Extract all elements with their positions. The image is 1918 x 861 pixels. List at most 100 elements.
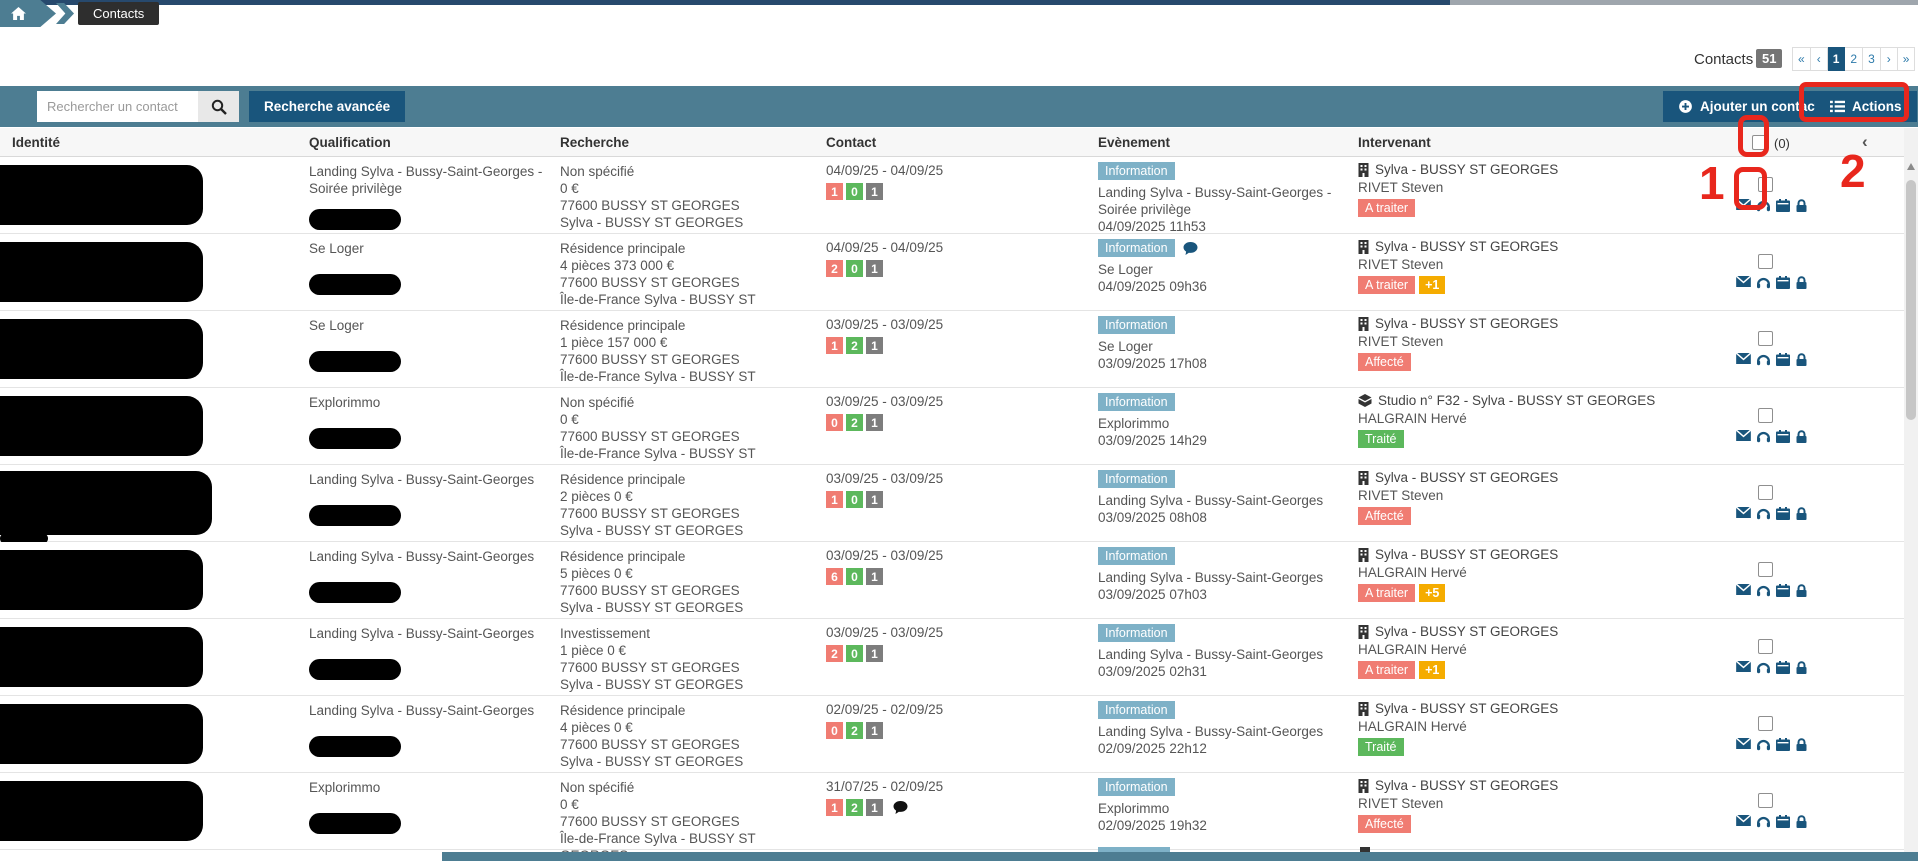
calendar-icon[interactable] (1776, 507, 1790, 521)
lock-icon[interactable] (1795, 661, 1808, 675)
calendar-icon[interactable] (1776, 738, 1790, 752)
search-line-budget: 0 € (560, 797, 579, 812)
search-line-budget: 0 € (560, 412, 579, 427)
row-checkbox[interactable] (1758, 254, 1773, 269)
identity-redacted-block (0, 550, 203, 610)
identity-redacted-block (0, 471, 212, 535)
event-title: Landing Sylva - Bussy-Saint-Georges (1098, 493, 1324, 508)
table-row[interactable]: Landing Sylva - Bussy-Saint-Georges - So… (0, 157, 1918, 234)
lock-icon[interactable] (1795, 199, 1808, 213)
row-checkbox[interactable] (1758, 408, 1773, 423)
envelope-icon[interactable] (1736, 661, 1751, 675)
headset-icon[interactable] (1756, 661, 1771, 675)
search-line-type: Investissement (560, 626, 651, 641)
pagination-last[interactable]: » (1897, 47, 1916, 71)
header-intervenant: Intervenant (1358, 135, 1431, 150)
lock-icon[interactable] (1795, 584, 1808, 598)
headset-icon[interactable] (1756, 430, 1771, 444)
search-input[interactable] (37, 91, 198, 122)
envelope-icon[interactable] (1736, 199, 1751, 213)
search-line-city: 77600 BUSSY ST GEORGES (560, 583, 740, 598)
collapse-column-chevron-icon[interactable]: ‹ (1862, 132, 1868, 152)
calendar-icon[interactable] (1776, 430, 1790, 444)
envelope-icon[interactable] (1736, 815, 1751, 829)
identity-redacted-block (0, 165, 203, 225)
headset-icon[interactable] (1756, 815, 1771, 829)
status-badge: Traité (1358, 430, 1404, 448)
qualification-text: Explorimmo (309, 395, 381, 410)
qualification-redacted-pill (309, 659, 401, 680)
intervenant-cell: Sylva - BUSSY ST GEORGES RIVET Steven A … (1358, 162, 1728, 217)
contact-cell: 04/09/25 - 04/09/25 2 0 1 (826, 240, 943, 277)
row-checkbox[interactable] (1758, 177, 1773, 192)
table-row[interactable]: Landing Sylva - Bussy-Saint-Georges Rési… (0, 542, 1918, 619)
scrollbar-thumb[interactable] (1906, 180, 1916, 420)
calendar-icon[interactable] (1776, 199, 1790, 213)
search-line-program: Sylva - BUSSY ST GEORGES (560, 523, 744, 538)
actions-button[interactable]: Actions (1815, 91, 1917, 122)
pagination-page-3[interactable]: 3 (1863, 47, 1881, 71)
envelope-icon[interactable] (1736, 276, 1751, 290)
pagination-prev[interactable]: ‹ (1810, 47, 1828, 71)
add-contact-button[interactable]: Ajouter un contact (1663, 91, 1835, 122)
envelope-icon[interactable] (1736, 353, 1751, 367)
lock-icon[interactable] (1795, 815, 1808, 829)
top-accent-line-gray (1450, 0, 1918, 5)
intervenant-company: Sylva - BUSSY ST GEORGES (1375, 470, 1559, 485)
lock-icon[interactable] (1795, 507, 1808, 521)
table-row[interactable]: Se Loger Résidence principale 1 pièce 15… (0, 311, 1918, 401)
calendar-icon[interactable] (1776, 815, 1790, 829)
table-row[interactable]: Explorimmo Non spécifié 0 € 77600 BUSSY … (0, 388, 1918, 478)
pagination-first[interactable]: « (1792, 47, 1811, 71)
qualification-text: Landing Sylva - Bussy-Saint-Georges - So… (309, 164, 543, 196)
row-checkbox[interactable] (1758, 716, 1773, 731)
select-all-checkbox[interactable] (1752, 135, 1767, 150)
advanced-search-button[interactable]: Recherche avancée (249, 91, 406, 122)
calendar-icon[interactable] (1776, 276, 1790, 290)
headset-icon[interactable] (1756, 507, 1771, 521)
intervenant-name: HALGRAIN Hervé (1358, 719, 1467, 734)
qualification-redacted-pill (309, 505, 401, 526)
search-button[interactable] (198, 91, 239, 122)
table-row[interactable]: Explorimmo Non spécifié 0 € 77600 BUSSY … (0, 773, 1918, 861)
calendar-icon[interactable] (1776, 661, 1790, 675)
lock-icon[interactable] (1795, 430, 1808, 444)
headset-icon[interactable] (1756, 276, 1771, 290)
calendar-icon[interactable] (1776, 584, 1790, 598)
calendar-icon[interactable] (1776, 353, 1790, 367)
pagination-page-1[interactable]: 1 (1827, 47, 1846, 71)
row-checkbox[interactable] (1758, 639, 1773, 654)
headset-icon[interactable] (1756, 199, 1771, 213)
count-red-badge: 2 (826, 645, 843, 662)
contact-cell: 02/09/25 - 02/09/25 0 2 1 (826, 702, 943, 739)
table-row[interactable]: Landing Sylva - Bussy-Saint-Georges Inve… (0, 619, 1918, 696)
headset-icon[interactable] (1756, 584, 1771, 598)
breadcrumb-current: Contacts (78, 2, 160, 25)
contact-date-range: 03/09/25 - 03/09/25 (826, 394, 944, 409)
status-badge: Affecté (1358, 815, 1411, 833)
envelope-icon[interactable] (1736, 430, 1751, 444)
lock-icon[interactable] (1795, 738, 1808, 752)
envelope-icon[interactable] (1736, 584, 1751, 598)
envelope-icon[interactable] (1736, 507, 1751, 521)
table-row[interactable]: Landing Sylva - Bussy-Saint-Georges Rési… (0, 465, 1918, 544)
row-checkbox[interactable] (1758, 562, 1773, 577)
event-title: Landing Sylva - Bussy-Saint-Georges (1098, 570, 1324, 585)
lock-icon[interactable] (1795, 353, 1808, 367)
headset-icon[interactable] (1756, 738, 1771, 752)
count-gray-badge: 1 (866, 337, 883, 354)
envelope-icon[interactable] (1736, 738, 1751, 752)
row-checkbox[interactable] (1758, 331, 1773, 346)
table-row[interactable]: Landing Sylva - Bussy-Saint-Georges Rési… (0, 696, 1918, 773)
table-row[interactable]: Se Loger Résidence principale 4 pièces 3… (0, 234, 1918, 324)
pagination-page-2[interactable]: 2 (1845, 47, 1864, 71)
intervenant-name: RIVET Steven (1358, 334, 1444, 349)
lock-icon[interactable] (1795, 276, 1808, 290)
scrollbar-up-arrow-icon[interactable] (1907, 163, 1915, 170)
event-type-badge: Information (1098, 239, 1175, 257)
row-checkbox[interactable] (1758, 485, 1773, 500)
headset-icon[interactable] (1756, 353, 1771, 367)
pagination-next[interactable]: › (1880, 47, 1898, 71)
row-checkbox[interactable] (1758, 793, 1773, 808)
tasks-list-icon (1830, 100, 1845, 113)
